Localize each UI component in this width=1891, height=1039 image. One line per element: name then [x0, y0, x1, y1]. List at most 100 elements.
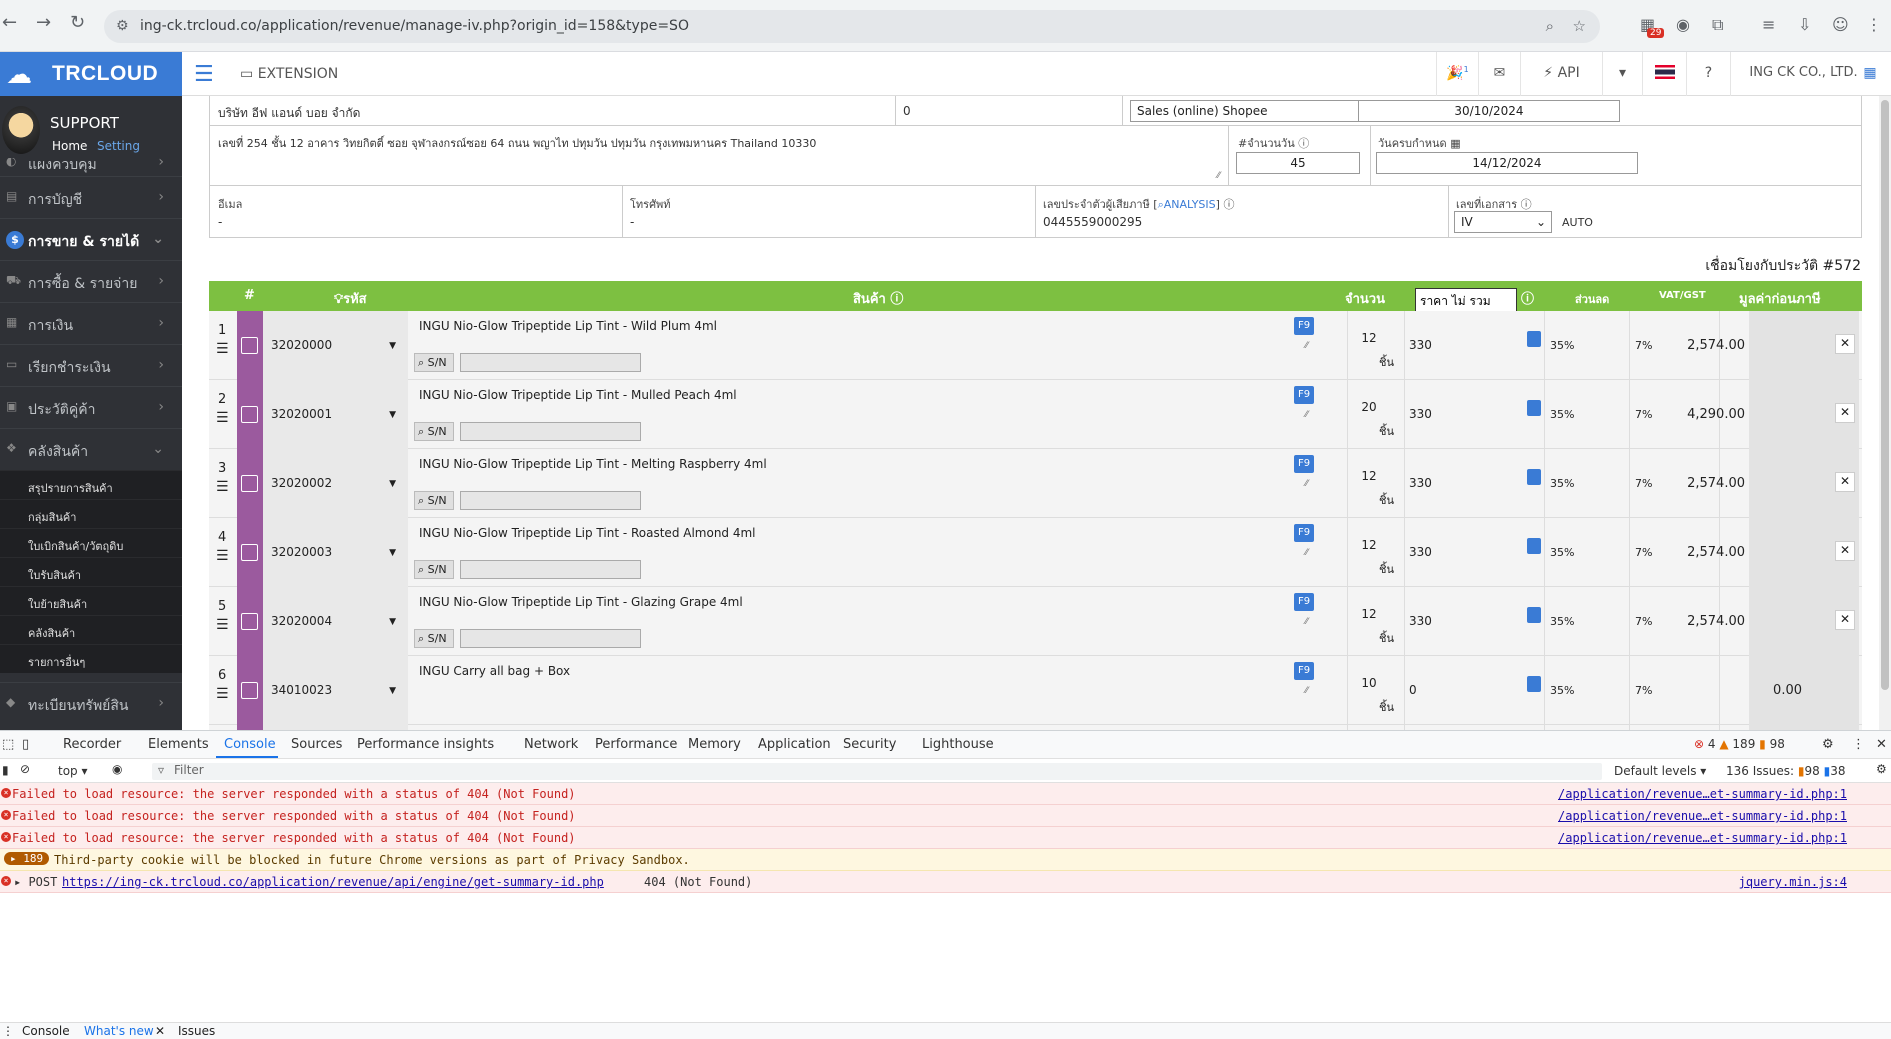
source-link[interactable]: jquery.min.js:4: [1739, 875, 1847, 889]
sidebar-item-finance[interactable]: ▦ การเงิน ›: [0, 302, 182, 344]
analysis-link[interactable]: ⌕ANALYSIS: [1158, 198, 1216, 211]
f9-button[interactable]: F9: [1294, 386, 1314, 404]
drag-handle-icon[interactable]: ☰: [216, 341, 229, 357]
sidebar-item-dashboard[interactable]: ◐ แผงควบคุม ›: [0, 158, 182, 176]
delete-row-button[interactable]: ✕: [1835, 541, 1855, 561]
serial-input[interactable]: [460, 422, 641, 441]
email-value[interactable]: -: [218, 215, 222, 229]
close-icon[interactable]: ✕: [155, 1024, 165, 1038]
product-name[interactable]: INGU Nio-Glow Tripeptide Lip Tint - Wild…: [419, 319, 717, 333]
clear-console-icon[interactable]: ⊘: [20, 762, 30, 776]
levels-select[interactable]: Default levels ▾: [1614, 764, 1706, 778]
console-error-line[interactable]: × Failed to load resource: the server res…: [0, 805, 1891, 827]
quantity-field[interactable]: 12: [1354, 331, 1384, 345]
copy-icon[interactable]: [241, 337, 258, 354]
product-name[interactable]: INGU Nio-Glow Tripeptide Lip Tint - Mull…: [419, 388, 737, 402]
product-code-select[interactable]: 32020000 ▼: [263, 311, 408, 380]
product-code-select[interactable]: 34010023 ▼: [263, 656, 408, 725]
price-field[interactable]: 330: [1409, 407, 1432, 421]
price-field[interactable]: 330: [1409, 476, 1432, 490]
f9-button[interactable]: F9: [1294, 662, 1314, 680]
console-warning-line[interactable]: ▸ 189 Third-party cookie will be blocked …: [0, 849, 1891, 871]
tab-sources[interactable]: Sources: [291, 737, 342, 752]
product-name[interactable]: INGU Nio-Glow Tripeptide Lip Tint - Melt…: [419, 457, 767, 471]
tab-recorder[interactable]: Recorder: [63, 737, 121, 752]
tab-performance[interactable]: Performance: [595, 737, 677, 752]
f9-button[interactable]: F9: [1294, 455, 1314, 473]
color-extension-icon[interactable]: ◉: [1676, 15, 1690, 34]
price-field[interactable]: 0: [1409, 683, 1417, 697]
source-link[interactable]: /application/revenue…et-summary-id.php:1: [1558, 787, 1847, 801]
thai-flag-icon[interactable]: [1642, 52, 1686, 96]
discount-field[interactable]: 35%: [1550, 615, 1574, 628]
context-select[interactable]: top ▾: [58, 764, 88, 778]
resize-handle-icon[interactable]: ⁄⁄: [1305, 410, 1308, 420]
discount-field[interactable]: 35%: [1550, 477, 1574, 490]
reload-icon[interactable]: ↻: [70, 12, 85, 33]
sidebar-item-contacts[interactable]: ▣ ประวัติคู่ค้า ›: [0, 386, 182, 428]
extension-link[interactable]: ▭ EXTENSION: [240, 66, 338, 82]
drawer-tab-whats-new[interactable]: What's new: [84, 1024, 154, 1038]
serial-input[interactable]: [460, 560, 641, 579]
menu-toggle-icon[interactable]: ☰: [194, 62, 214, 87]
resize-handle-icon[interactable]: ⁄⁄: [1305, 479, 1308, 489]
product-code-select[interactable]: 32020002 ▼: [263, 449, 408, 518]
serial-search-button[interactable]: ⌕ S/N: [414, 422, 454, 441]
error-count[interactable]: ⊗ 4 ▲ 189 ▮ 98: [1694, 737, 1785, 751]
vat-field[interactable]: 7%: [1635, 546, 1652, 559]
product-code-select[interactable]: 32020001 ▼: [263, 380, 408, 449]
grid-icon[interactable]: ▦: [1860, 52, 1880, 96]
tab-security[interactable]: Security: [843, 737, 896, 752]
media-icon[interactable]: ≡: [1762, 15, 1775, 34]
product-name[interactable]: INGU Nio-Glow Tripeptide Lip Tint - Roas…: [419, 526, 756, 540]
party-icon[interactable]: 🎉1: [1436, 52, 1478, 96]
copy-icon[interactable]: [241, 613, 258, 630]
sidebar-sub-goods-receipt[interactable]: ใบรับสินค้า: [0, 557, 182, 586]
url-text[interactable]: ing-ck.trcloud.co/application/revenue/ma…: [140, 18, 689, 34]
drawer-menu-icon[interactable]: ⋮: [2, 1024, 14, 1038]
console-error-line[interactable]: × Failed to load resource: the server res…: [0, 783, 1891, 805]
tab-console[interactable]: Console: [224, 737, 276, 752]
quantity-field[interactable]: 20: [1354, 400, 1384, 414]
zoom-icon[interactable]: ⌕: [1546, 17, 1554, 35]
customer-name[interactable]: บริษัท อีฟ แอนด์ บอย จำกัด: [218, 104, 360, 123]
calculator-icon[interactable]: [1527, 469, 1541, 485]
company-name[interactable]: ING CK CO., LTD.: [1730, 52, 1876, 96]
discount-field[interactable]: 35%: [1550, 546, 1574, 559]
tax-id-value[interactable]: 0445559000295: [1043, 215, 1142, 229]
sidebar-sub-other[interactable]: รายการอื่นๆ: [0, 644, 182, 673]
sidebar-item-inventory[interactable]: ❖ คลังสินค้า ⌄: [0, 428, 182, 470]
resize-handle-icon[interactable]: ⁄⁄: [1217, 171, 1220, 181]
forward-icon[interactable]: →: [36, 12, 51, 33]
price-mode-select[interactable]: ราคา ไม่ รวมภาษี⌄: [1415, 288, 1517, 327]
delete-row-button[interactable]: ✕: [1835, 472, 1855, 492]
product-name[interactable]: INGU Nio-Glow Tripeptide Lip Tint - Glaz…: [419, 595, 743, 609]
sidebar-toggle-icon[interactable]: ▮: [2, 763, 9, 777]
serial-input[interactable]: [460, 629, 641, 648]
quantity-field[interactable]: 10: [1354, 676, 1384, 690]
calculator-icon[interactable]: [1527, 400, 1541, 416]
branch-value[interactable]: 0: [903, 104, 911, 118]
resize-handle-icon[interactable]: ⁄⁄: [1305, 686, 1308, 696]
eye-icon[interactable]: ◉: [112, 762, 122, 776]
scrollbar-thumb[interactable]: [1881, 100, 1889, 690]
sidebar-item-purchases[interactable]: ⛟ การซื้อ & รายจ่าย ›: [0, 260, 182, 302]
device-toggle-icon[interactable]: ▯: [22, 737, 29, 752]
sidebar-item-accounting[interactable]: ▤ การบัญชี ›: [0, 176, 182, 218]
discount-field[interactable]: 35%: [1550, 684, 1574, 697]
console-error-line[interactable]: × Failed to load resource: the server res…: [0, 827, 1891, 849]
calculator-icon[interactable]: [1527, 331, 1541, 347]
sidebar-sub-requisition[interactable]: ใบเบิกสินค้า/วัตถุดิบ: [0, 528, 182, 557]
drawer-tab-issues[interactable]: Issues: [178, 1024, 215, 1038]
address-text[interactable]: เลขที่ 254 ชั้น 12 อาคาร วิทยกิตติ์ ซอย …: [218, 134, 816, 152]
serial-search-button[interactable]: ⌕ S/N: [414, 629, 454, 648]
copy-icon[interactable]: [241, 475, 258, 492]
days-field[interactable]: 45: [1236, 152, 1360, 174]
tab-elements[interactable]: Elements: [148, 737, 209, 752]
copy-icon[interactable]: [241, 406, 258, 423]
back-icon[interactable]: ←: [2, 12, 17, 33]
issues-counter[interactable]: 136 Issues: ▮98 ▮38: [1726, 764, 1845, 778]
calculator-icon[interactable]: [1527, 676, 1541, 692]
date-field[interactable]: 30/10/2024: [1358, 100, 1620, 122]
price-field[interactable]: 330: [1409, 545, 1432, 559]
